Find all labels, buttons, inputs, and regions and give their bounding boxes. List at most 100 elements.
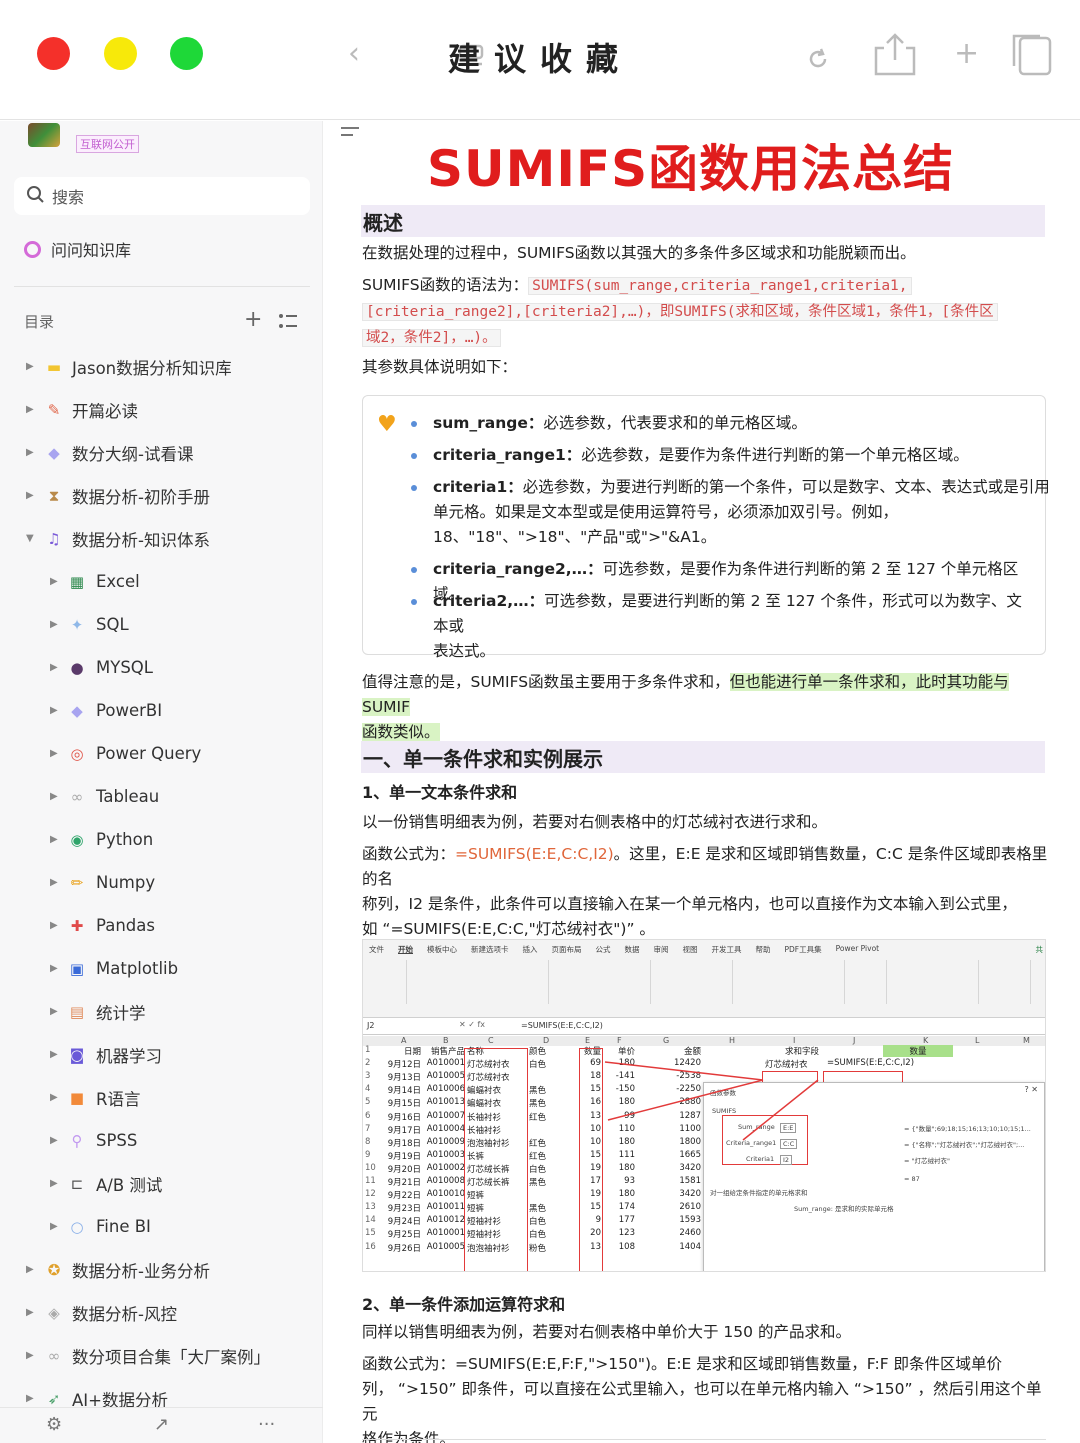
add-node-icon[interactable]: +	[244, 307, 262, 332]
tree-item[interactable]: ▼ ♫ 数据分析-知识体系	[0, 517, 323, 560]
ask-knowledge-base[interactable]: 问问知识库	[24, 237, 131, 261]
syntax-prefix: SUMIFS函数的语法为：	[362, 276, 529, 294]
caret-right-icon[interactable]: ▶	[26, 1264, 38, 1275]
window-title: 建议收藏	[447, 40, 632, 78]
tree-item[interactable]: ▶ ◈ 数据分析-风控	[0, 1291, 323, 1334]
toc-label: 目录	[24, 313, 55, 331]
caret-right-icon[interactable]: ▶	[50, 1049, 62, 1060]
caret-right-icon[interactable]: ▶	[26, 1350, 38, 1361]
share-icon[interactable]	[872, 32, 918, 76]
sparkle-icon: ✦	[70, 615, 84, 634]
search-input[interactable]: 搜索	[14, 177, 310, 215]
tree-item[interactable]: ▶ ⧗ 数据分析-初阶手册	[0, 474, 323, 517]
plus-icon[interactable]: +	[954, 30, 979, 78]
overview-heading-band: 概述	[361, 205, 1045, 237]
caret-right-icon[interactable]: ▶	[50, 1006, 62, 1017]
tree-item[interactable]: ▶ ∞ 数分项目合集「大厂案例」	[0, 1334, 323, 1377]
menu-icon[interactable]	[341, 121, 359, 145]
params-intro: 其参数具体说明如下：	[362, 358, 518, 376]
caret-right-icon[interactable]: ▶	[50, 1221, 62, 1232]
tree-item-label: Excel	[96, 572, 140, 591]
sub2-formula-paragraph: 函数公式为：=SUMIFS(E:E,F:F,">150")。E:E 是求和区域即…	[362, 1355, 1042, 1443]
tree-item[interactable]: ▶ ◉ Python	[0, 818, 323, 861]
tree-item-label: Python	[96, 830, 154, 849]
hourglass-icon: ⧗	[48, 486, 60, 505]
syntax-code-2: [criteria_range2],[criteria2],…)，即SUMIFS…	[362, 303, 998, 321]
tree-item[interactable]: ▶ ∞ Tableau	[0, 775, 323, 818]
sub1-heading: 1、单一文本条件求和	[362, 783, 518, 802]
tree-item-label: Jason数据分析知识库	[72, 358, 232, 378]
tree-item[interactable]: ▶ ◆ PowerBI	[0, 689, 323, 732]
tree-item[interactable]: ▶ ⊏ A/B 测试	[0, 1162, 323, 1205]
caret-right-icon[interactable]: ▶	[50, 834, 62, 845]
more-icon[interactable]: ···	[258, 1414, 275, 1435]
tree-item[interactable]: ▶ ◎ Power Query	[0, 732, 323, 775]
caret-right-icon[interactable]: ▶	[26, 404, 38, 415]
music-icon: ♫	[47, 529, 61, 548]
document-title: SUMIFS函数用法总结	[427, 140, 955, 198]
share-arrow-icon[interactable]: ↗	[154, 1414, 169, 1435]
caret-right-icon[interactable]: ▶	[50, 791, 62, 802]
tree-item-label: PowerBI	[96, 701, 163, 720]
tree-item[interactable]: ▶ ■ R语言	[0, 1076, 323, 1119]
copy-icon[interactable]	[1008, 32, 1054, 76]
overview-heading: 概述	[363, 211, 403, 235]
caret-right-icon[interactable]: ▶	[26, 447, 38, 458]
annotation-arrows	[604, 1061, 819, 1141]
sub1-formula-paragraph: 函数公式为：=SUMIFS(E:E,C:C,I2)。这里，E:E 是求和区域即销…	[362, 845, 1048, 938]
folder-icon: ▬	[46, 357, 62, 376]
tree-item[interactable]: ▶ ● MYSQL	[0, 646, 323, 689]
tree-item[interactable]: ▶ ⚲ SPSS	[0, 1119, 323, 1162]
caret-right-icon[interactable]: ▶	[26, 1307, 38, 1318]
list-view-icon[interactable]	[278, 311, 298, 336]
syntax-code-3: 域2，条件2]，…)。	[362, 329, 501, 347]
tree-item[interactable]: ▶ ○ Fine BI	[0, 1205, 323, 1248]
caret-right-icon[interactable]: ▶	[26, 361, 38, 372]
tree-item[interactable]: ▶ ◆ 数分大纲-试看课	[0, 431, 323, 474]
caret-right-icon[interactable]: ▶	[50, 576, 62, 587]
caret-right-icon[interactable]: ▶	[50, 1092, 62, 1103]
param-item: criteria_range1：必选参数，是要作为条件进行判断的第一个单元格区域…	[411, 443, 1031, 468]
tree-item[interactable]: ▶ ▬ Jason数据分析知识库	[0, 345, 323, 388]
tree-item-label: MYSQL	[96, 658, 153, 677]
tree-item[interactable]: ▶ ▤ 统计学	[0, 990, 323, 1033]
caret-right-icon[interactable]: ▶	[50, 662, 62, 673]
python-icon: ◉	[70, 830, 84, 849]
tree-item-label: Power Query	[96, 744, 202, 763]
caret-right-icon[interactable]: ▶	[50, 1135, 62, 1146]
tree-item-label: Pandas	[96, 916, 155, 935]
bracket-icon: ⊏	[70, 1174, 84, 1193]
target-icon: ◎	[70, 744, 84, 763]
document-area: SUMIFS函数用法总结 概述 在数据处理的过程中，SUMIFS函数以其强大的多…	[323, 121, 1080, 1443]
caret-down-icon[interactable]: ▼	[26, 533, 38, 544]
gem-icon: ◆	[71, 701, 83, 720]
caret-right-icon[interactable]: ▶	[50, 877, 62, 888]
section1-heading: 一、单一条件求和实例展示	[363, 747, 603, 771]
tree-item[interactable]: ▶ ◙ 机器学习	[0, 1033, 323, 1076]
settings-icon[interactable]: ⚙	[46, 1414, 62, 1435]
tree-item[interactable]: ▶ ✚ Pandas	[0, 904, 323, 947]
formula-text: =SUMIFS(E:E,C:C,I2)	[455, 845, 614, 863]
caret-right-icon[interactable]: ▶	[50, 748, 62, 759]
refresh-icon[interactable]	[806, 38, 830, 68]
tree-item[interactable]: ▶ ✏ Numpy	[0, 861, 323, 904]
r-icon: ■	[69, 1088, 85, 1107]
caret-right-icon[interactable]: ▶	[50, 963, 62, 974]
caret-right-icon[interactable]: ▶	[26, 490, 38, 501]
caret-right-icon[interactable]: ▶	[26, 1393, 38, 1404]
tree-item-label: Numpy	[96, 873, 156, 892]
tree-item[interactable]: ▶ ▦ Excel	[0, 560, 323, 603]
tree-item[interactable]: ▶ ▣ Matplotlib	[0, 947, 323, 990]
caret-right-icon[interactable]: ▶	[50, 619, 62, 630]
caret-right-icon[interactable]: ▶	[50, 705, 62, 716]
tree-item[interactable]: ▶ ✦ SQL	[0, 603, 323, 646]
note-paragraph: 值得注意的是，SUMIFS函数虽主要用于多条件求和，但也能进行单一条件求和，此时…	[362, 673, 1009, 741]
tree-item-label: 数分项目合集「大厂案例」	[72, 1347, 270, 1367]
sidebar-footer: ⚙ ↗ ···	[0, 1407, 323, 1443]
tree-item[interactable]: ▶ ✎ 开篇必读	[0, 388, 323, 431]
caret-right-icon[interactable]: ▶	[50, 1178, 62, 1189]
tree-item-label: 机器学习	[96, 1046, 162, 1066]
caret-right-icon[interactable]: ▶	[50, 920, 62, 931]
workspace-logo[interactable]	[28, 123, 60, 147]
tree-item[interactable]: ▶ ✪ 数据分析-业务分析	[0, 1248, 323, 1291]
